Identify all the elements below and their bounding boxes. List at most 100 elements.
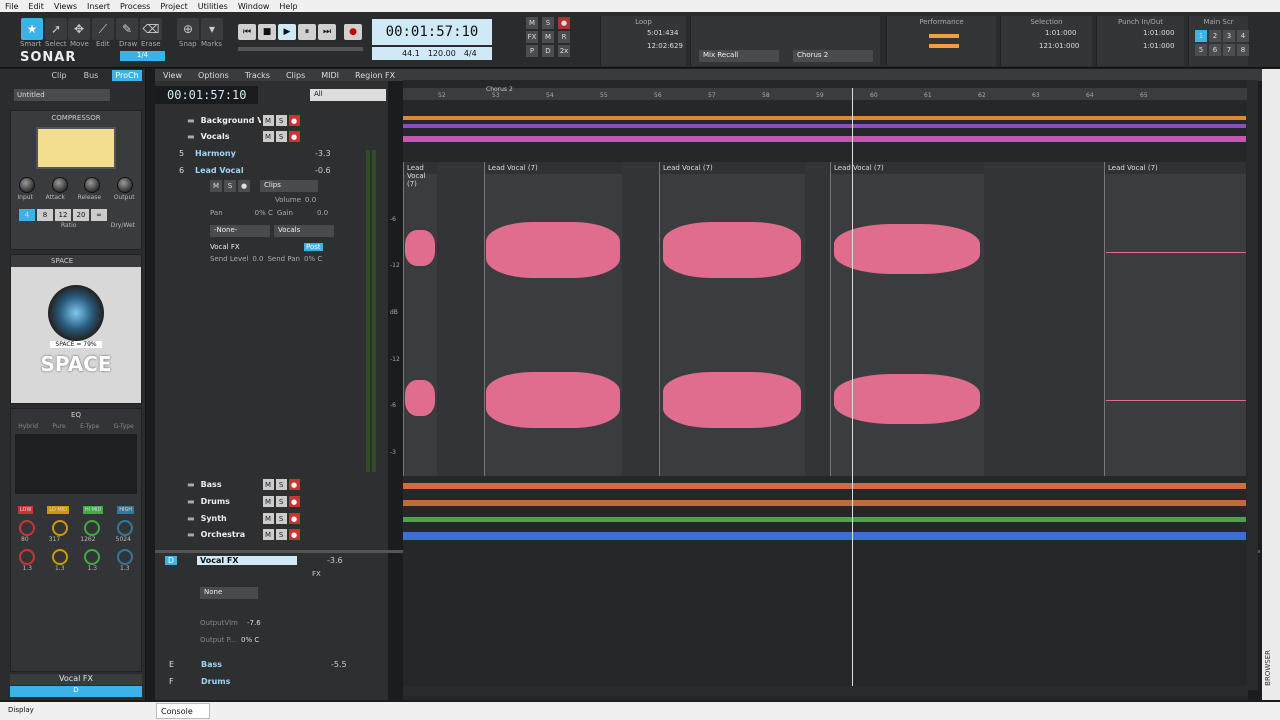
browser-tab[interactable]: BROWSER [1264,650,1272,686]
track-name[interactable]: Synth [201,514,261,523]
track-row-drums-folder[interactable]: ▬ Drums M S ● [155,494,388,509]
clip-lane-bass[interactable] [403,483,1246,489]
menu-file[interactable]: File [0,2,23,11]
ratio-4-button[interactable]: 4 [19,209,35,221]
clip-lane-orchestra[interactable] [403,532,1246,540]
bus-fx-label[interactable]: FX [312,570,321,578]
display-dropdown[interactable]: Display [4,705,74,717]
screenset-6[interactable]: 6 [1209,44,1221,56]
menu-insert[interactable]: Insert [82,2,115,11]
pan-value[interactable]: 0% C [255,209,273,217]
eq-band-low[interactable]: LOW [17,506,34,514]
track-row-orchestra-folder[interactable]: ▬ Orchestra M S ● [155,527,388,542]
audio-clip[interactable]: Lead Vocal (7) [403,162,437,476]
read-button[interactable]: R [558,31,570,43]
send-pan-value[interactable]: 0% C [304,255,322,263]
menu-view[interactable]: View [155,71,190,80]
audio-clip[interactable]: Lead Vocal (7) [1104,162,1246,476]
draw-tool-button[interactable]: ✎ [116,18,138,40]
arm-button[interactable]: ● [288,529,300,540]
arm-button[interactable]: ● [288,496,300,507]
gain-value[interactable]: 0.0 [317,209,328,217]
arm-button[interactable]: ● [238,180,250,192]
mute-button[interactable]: M [262,131,274,142]
dim-button[interactable]: D [542,45,554,57]
midi-button[interactable]: M [542,31,554,43]
screenset-8[interactable]: 8 [1237,44,1249,56]
post-button[interactable]: Post [304,243,323,251]
track-row-bass-folder[interactable]: ▬ Bass M S ● [155,477,388,492]
pdc-button[interactable]: P [526,45,538,57]
snap-button[interactable]: ⊕ [177,18,199,40]
selection-start[interactable]: 1:01:000 [1045,29,1092,37]
ratio-inf-button[interactable]: ∞ [91,209,107,221]
menu-process[interactable]: Process [115,2,155,11]
select-tool-button[interactable]: ➚ [45,18,67,40]
menu-region-fx[interactable]: Region FX [347,71,403,80]
global-arm-button[interactable]: ● [558,17,570,29]
menu-views[interactable]: Views [49,2,82,11]
mute-button[interactable]: M [262,496,274,507]
fast-forward-button[interactable]: ⏭ [318,24,336,40]
bus-name[interactable]: Bass [201,660,331,669]
clip-lane-synth[interactable] [403,517,1246,522]
eq-band-high[interactable]: HIGH [117,506,135,514]
track-name[interactable]: Drums [201,497,261,506]
arm-button[interactable]: ● [288,479,300,490]
global-solo-button[interactable]: S [542,17,554,29]
mute-button[interactable]: M [262,513,274,524]
rewind-button[interactable]: ⏮ [238,24,256,40]
bus-output-dropdown[interactable]: None [200,587,258,599]
tab-prochannel[interactable]: ProCh [112,70,142,81]
menu-help[interactable]: Help [274,2,302,11]
ratio-12-button[interactable]: 12 [55,209,71,221]
output-dropdown[interactable]: Vocals [274,225,334,237]
move-tool-button[interactable]: ✥ [68,18,90,40]
release-knob[interactable] [84,177,101,193]
menu-project[interactable]: Project [155,2,192,11]
eq-graph[interactable] [15,434,137,494]
menu-edit[interactable]: Edit [23,2,49,11]
track-volume[interactable]: -3.3 [315,149,331,158]
loop-start[interactable]: 5:01:434 [647,29,686,37]
space-knob[interactable] [48,285,104,341]
output-pan-value[interactable]: 0% C [241,636,259,644]
loop-end[interactable]: 12:02:629 [647,42,686,50]
now-slider[interactable] [238,47,363,51]
play-button[interactable]: ▶ [278,24,296,40]
output-knob[interactable] [116,177,133,193]
punch-end[interactable]: 1:01:000 [1143,42,1184,50]
bus-volume[interactable]: -5.5 [331,660,347,669]
strip-footer[interactable]: D [10,686,142,697]
track-name[interactable]: Background Voc [201,116,261,125]
solo-button[interactable]: S [275,529,287,540]
solo-button[interactable]: S [224,180,236,192]
stop-button[interactable]: ■ [258,24,276,40]
input-knob[interactable] [19,177,36,193]
volume-value[interactable]: 0.0 [305,196,316,204]
screenset-2[interactable]: 2 [1209,30,1221,42]
screenset-5[interactable]: 5 [1195,44,1207,56]
send-name[interactable]: Vocal FX [210,243,300,251]
solo-button[interactable]: S [275,496,287,507]
arm-button[interactable]: ● [288,513,300,524]
bus-volume[interactable]: -3.6 [327,556,343,565]
lomid-freq-knob[interactable] [51,520,68,536]
solo-button[interactable]: S [275,115,287,126]
eq-mode-etype[interactable]: E-Type [80,423,99,430]
menu-midi[interactable]: MIDI [313,71,347,80]
eq-mode-hybrid[interactable]: Hybrid [18,423,38,430]
high-gain-knob[interactable] [116,549,133,565]
track-name[interactable]: Bass [201,480,261,489]
track-name[interactable]: Lead Vocal [195,166,315,175]
bus-row-drums[interactable]: F Drums [155,674,388,689]
track-row-lead-vocal[interactable]: 6 Lead Vocal -0.6 [155,163,388,178]
mute-button[interactable]: M [262,529,274,540]
tab-console[interactable]: Console [156,703,210,719]
fx-bypass-button[interactable]: FX [526,31,538,43]
track-name[interactable]: Orchestra [201,530,261,539]
eq-mode-pure[interactable]: Pure [52,423,65,430]
audio-clip[interactable]: Lead Vocal (7) [830,162,984,476]
himid-freq-knob[interactable] [84,520,101,536]
high-freq-knob[interactable] [116,520,133,536]
